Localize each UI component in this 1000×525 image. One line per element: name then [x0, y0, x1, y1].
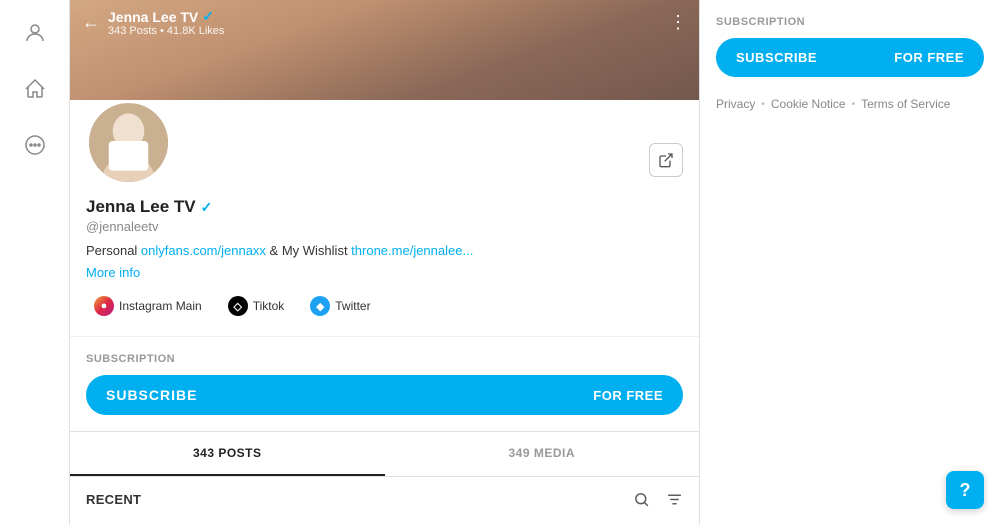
cookie-notice-link[interactable]: Cookie Notice — [771, 97, 846, 111]
share-button[interactable] — [649, 143, 683, 177]
twitter-link[interactable]: ◆ Twitter — [302, 292, 378, 320]
footer-dot-1: • — [761, 99, 765, 110]
back-button[interactable]: ← — [82, 12, 100, 33]
tabs-section: 343 POSTS 349 MEDIA RECENT — [70, 431, 699, 522]
profile-top-name: Jenna Lee TV ✓ — [108, 8, 669, 25]
instagram-link[interactable]: ● Instagram Main — [86, 292, 210, 320]
tab-posts[interactable]: 343 POSTS — [70, 432, 385, 476]
avatar-share-row — [86, 100, 683, 185]
instagram-icon: ● — [94, 296, 114, 316]
terms-link[interactable]: Terms of Service — [861, 97, 950, 111]
main-content: ← Jenna Lee TV ✓ 343 Posts • 41.8K Likes… — [70, 0, 700, 525]
help-button[interactable]: ? — [946, 471, 984, 509]
sidebar-icon-user[interactable] — [17, 15, 53, 51]
search-button[interactable] — [633, 491, 650, 508]
avatar-image — [89, 103, 168, 182]
verified-check-icon: ✓ — [201, 199, 213, 216]
filter-button[interactable] — [666, 491, 683, 508]
profile-top-info: Jenna Lee TV ✓ 343 Posts • 41.8K Likes — [108, 8, 669, 37]
tab-media[interactable]: 349 MEDIA — [385, 432, 700, 476]
sidebar-icon-messages[interactable] — [17, 127, 53, 163]
subscribe-button[interactable]: SUBSCRIBE FOR FREE — [86, 375, 683, 415]
right-subscription-label: SUBSCRIPTION — [716, 16, 984, 28]
right-subscribe-button[interactable]: SUBSCRIBE FOR FREE — [716, 38, 984, 77]
footer-dot-2: • — [852, 99, 856, 110]
wishlist-link[interactable]: throne.me/jennalee... — [351, 243, 473, 258]
profile-top-bar: ← Jenna Lee TV ✓ 343 Posts • 41.8K Likes… — [70, 0, 699, 45]
social-links: ● Instagram Main ◇ Tiktok ◆ Twitter — [86, 292, 683, 320]
recent-label: RECENT — [86, 492, 141, 507]
recent-icons — [633, 491, 683, 508]
tiktok-link[interactable]: ◇ Tiktok — [220, 292, 293, 320]
left-sidebar — [0, 0, 70, 525]
right-footer-links: Privacy • Cookie Notice • Terms of Servi… — [716, 97, 984, 111]
avatar — [86, 100, 171, 185]
profile-handle: @jennaleetv — [86, 219, 683, 234]
subscription-section: SUBSCRIPTION SUBSCRIBE FOR FREE — [70, 336, 699, 431]
tabs-row: 343 POSTS 349 MEDIA — [70, 432, 699, 477]
sidebar-icon-home[interactable] — [17, 71, 53, 107]
right-panel: SUBSCRIPTION SUBSCRIBE FOR FREE Privacy … — [700, 0, 1000, 525]
more-options-button[interactable]: ⋮ — [669, 12, 687, 33]
more-info-link[interactable]: More info — [86, 265, 140, 280]
profile-section: Jenna Lee TV ✓ @jennaleetv Personal only… — [70, 100, 699, 336]
profile-top-stats: 343 Posts • 41.8K Likes — [108, 25, 669, 37]
subscription-label: SUBSCRIPTION — [86, 353, 683, 365]
profile-name: Jenna Lee TV ✓ — [86, 197, 683, 217]
twitter-icon: ◆ — [310, 296, 330, 316]
profile-bio: Personal onlyfans.com/jennaxx & My Wishl… — [86, 242, 683, 260]
privacy-link[interactable]: Privacy — [716, 97, 755, 111]
tiktok-icon: ◇ — [228, 296, 248, 316]
onlyfans-link[interactable]: onlyfans.com/jennaxx — [141, 243, 266, 258]
verified-icon: ✓ — [202, 8, 214, 25]
recent-row: RECENT — [70, 477, 699, 522]
